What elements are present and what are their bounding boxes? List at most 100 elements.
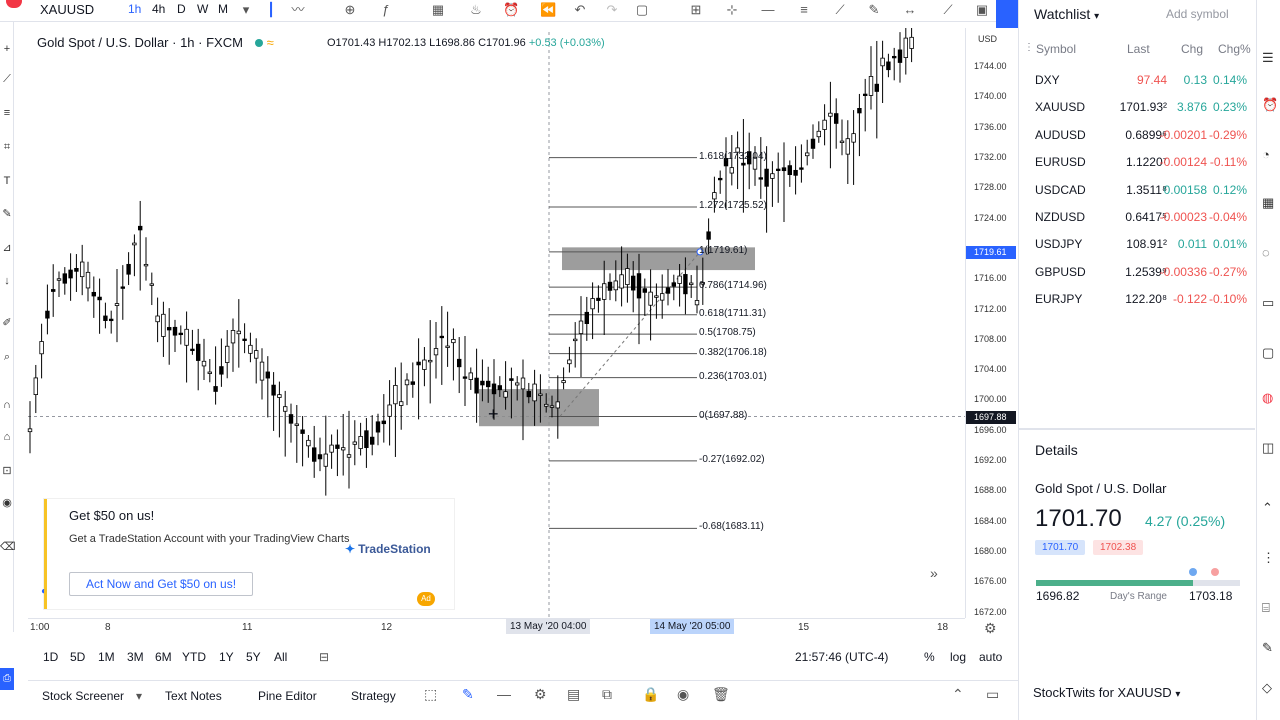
range-1y[interactable]: 1Y (219, 650, 234, 664)
column-symbol[interactable]: Symbol (1036, 42, 1076, 56)
interval-1h[interactable]: 1h (128, 2, 141, 16)
interval-m[interactable]: M (218, 2, 228, 16)
stocktwits-header[interactable]: StockTwits for XAUUSD ▾ (1033, 685, 1180, 700)
ad-info-icon[interactable]: ◐ (41, 586, 47, 597)
interval-d[interactable]: D (177, 2, 186, 16)
range-1d[interactable]: 1D (43, 650, 58, 664)
pencil-icon[interactable]: ✎ (866, 2, 882, 18)
days-range-label: Day's Range (1110, 591, 1167, 602)
chevron-down-icon[interactable]: ▾ (238, 2, 254, 18)
tab-text-notes[interactable]: Text Notes (165, 689, 222, 703)
watchlist-icon[interactable]: ☰ (1262, 50, 1274, 66)
column-last[interactable]: Last (1127, 42, 1150, 56)
log-scale-button[interactable]: log (950, 650, 966, 664)
watchlist-row[interactable]: GBPUSD 1.2539⁹ -0.00336 -0.27% (1019, 259, 1255, 286)
chevron-right-icon[interactable]: » (930, 565, 938, 581)
interval-w[interactable]: W (197, 2, 208, 16)
alerts-icon[interactable]: ⏰ (1262, 97, 1278, 113)
screenshot-icon[interactable]: ▣ (974, 2, 990, 18)
layers-icon[interactable]: ◇ (1262, 680, 1272, 696)
ideas-icon[interactable]: ◌ (1262, 245, 1270, 260)
lock-icon[interactable]: 🔒 (642, 686, 659, 703)
gear-icon[interactable]: ⚙ (534, 686, 547, 703)
function-icon[interactable]: ƒ (378, 2, 394, 18)
chevron-up-icon[interactable]: ⌃ (1262, 500, 1273, 516)
range-3m[interactable]: 3M (127, 650, 144, 664)
auto-scale-button[interactable]: auto (979, 650, 1002, 664)
symbol-search[interactable]: XAUUSD (40, 2, 94, 17)
measure-icon[interactable]: ↔ (902, 2, 918, 18)
ask-price: 1702.38 (1093, 540, 1144, 555)
range-all[interactable]: All (274, 650, 287, 664)
ad-cta-button[interactable]: Act Now and Get $50 on us! (69, 572, 253, 596)
add-indicator-icon[interactable]: ⊕ (342, 2, 358, 18)
range-1m[interactable]: 1M (98, 650, 115, 664)
order-panel-icon[interactable]: ⋮ (1262, 550, 1275, 566)
watchlist-row[interactable]: USDJPY 108.91² 0.011 0.01% (1019, 231, 1255, 258)
replay-icon[interactable]: ⏪ (540, 2, 556, 18)
candles-icon[interactable]: ┃ (263, 2, 279, 18)
tab-stock-screener[interactable]: Stock Screener (42, 689, 124, 703)
interval-4h[interactable]: 4h (152, 2, 165, 16)
range-5y[interactable]: 5Y (246, 650, 261, 664)
chevron-down-icon[interactable]: ▾ (136, 689, 142, 703)
layout-icon[interactable]: ▦ (430, 2, 446, 18)
pencil-icon[interactable]: ✎ (1262, 640, 1273, 656)
undo-icon[interactable]: ↶ (572, 2, 588, 18)
watchlist-row[interactable]: EURJPY 122.20⁸ -0.122 -0.10% (1019, 286, 1255, 313)
watchlist-row[interactable]: DXY 97.44 0.13 0.14% (1019, 67, 1255, 94)
watchlist-row[interactable]: AUDUSD 0.6899⁶ -0.00201 -0.29% (1019, 122, 1255, 149)
pencil-icon[interactable]: ✎ (462, 686, 474, 703)
parallel-channel-icon[interactable]: ≡ (796, 2, 812, 18)
redo-icon[interactable]: ↷ (604, 2, 620, 18)
clock[interactable]: 21:57:46 (UTC-4) (795, 650, 888, 664)
drawing-tool-icon[interactable]: ⊞ (688, 2, 704, 18)
brush-icon[interactable]: ⟋ (940, 2, 956, 18)
range-ytd[interactable]: YTD (182, 650, 206, 664)
drag-handle-icon[interactable]: ⋮ (1024, 42, 1034, 53)
date-range-icon[interactable]: ⊟ (319, 650, 329, 664)
time-axis[interactable] (28, 618, 965, 638)
watchlist-row[interactable]: EURUSD 1.1220⁷ -0.00124 -0.11% (1019, 149, 1255, 176)
candle-body (886, 61, 891, 71)
streams-icon[interactable]: ▭ (1262, 295, 1274, 311)
watchlist-title[interactable]: Watchlist ▾ (1034, 6, 1099, 22)
maximize-icon[interactable]: ▭ (986, 686, 999, 703)
panel-divider[interactable] (1019, 428, 1255, 430)
watchlist-row[interactable]: USDCAD 1.3511⁸ 0.00158 0.12% (1019, 177, 1255, 204)
notifications-icon[interactable]: ◍ (1262, 390, 1273, 406)
watchlist-row[interactable]: NZDUSD 0.6417⁵ -0.00023 -0.04% (1019, 204, 1255, 231)
percent-scale-button[interactable]: % (924, 650, 935, 664)
price-axis[interactable] (965, 28, 1018, 618)
tab-strategy[interactable]: Strategy (351, 689, 396, 703)
trend-line-icon[interactable]: ⟋ (832, 2, 848, 18)
templates-icon[interactable]: ♨ (468, 2, 484, 18)
calendar-icon[interactable]: ▦ (1262, 195, 1274, 211)
column-chg[interactable]: Chg (1181, 42, 1203, 56)
column-chg-percent[interactable]: Chg% (1218, 42, 1251, 56)
gear-icon[interactable]: ⚙ (984, 620, 997, 637)
data-window-icon[interactable]: ◔ (1262, 147, 1270, 162)
trash-icon[interactable]: 🗑 (712, 686, 730, 703)
range-5d[interactable]: 5D (70, 650, 85, 664)
line-chart-icon[interactable]: 〰 (290, 2, 306, 18)
chevron-up-icon[interactable]: ⌃ (952, 686, 964, 703)
add-symbol-button[interactable]: Add symbol (1166, 7, 1229, 21)
hotlist-icon[interactable]: ⎙ (0, 668, 14, 690)
watchlist-row[interactable]: XAUUSD 1701.93² 3.876 0.23% (1019, 94, 1255, 121)
copy-icon[interactable]: ⧉ (602, 686, 612, 703)
crosshair-tool-icon[interactable]: ⊹ (724, 2, 740, 18)
fullscreen-icon[interactable]: ▢ (634, 2, 650, 18)
help-icon[interactable]: ◫ (1262, 440, 1274, 456)
cursor-tool-icon[interactable]: ⬚ (424, 686, 437, 703)
dom-icon[interactable]: ⌸ (1262, 600, 1270, 616)
chats-icon[interactable]: ▢ (1262, 345, 1274, 361)
publish-button[interactable] (996, 0, 1018, 28)
alert-icon[interactable]: ⏰ (503, 2, 519, 18)
horizontal-line-icon[interactable]: — (760, 2, 776, 18)
eye-icon[interactable]: ◉ (677, 686, 689, 703)
layers-icon[interactable]: ▤ (567, 686, 580, 703)
range-6m[interactable]: 6M (155, 650, 172, 664)
tab-pine-editor[interactable]: Pine Editor (258, 689, 317, 703)
line-tool-icon[interactable]: — (497, 686, 511, 702)
